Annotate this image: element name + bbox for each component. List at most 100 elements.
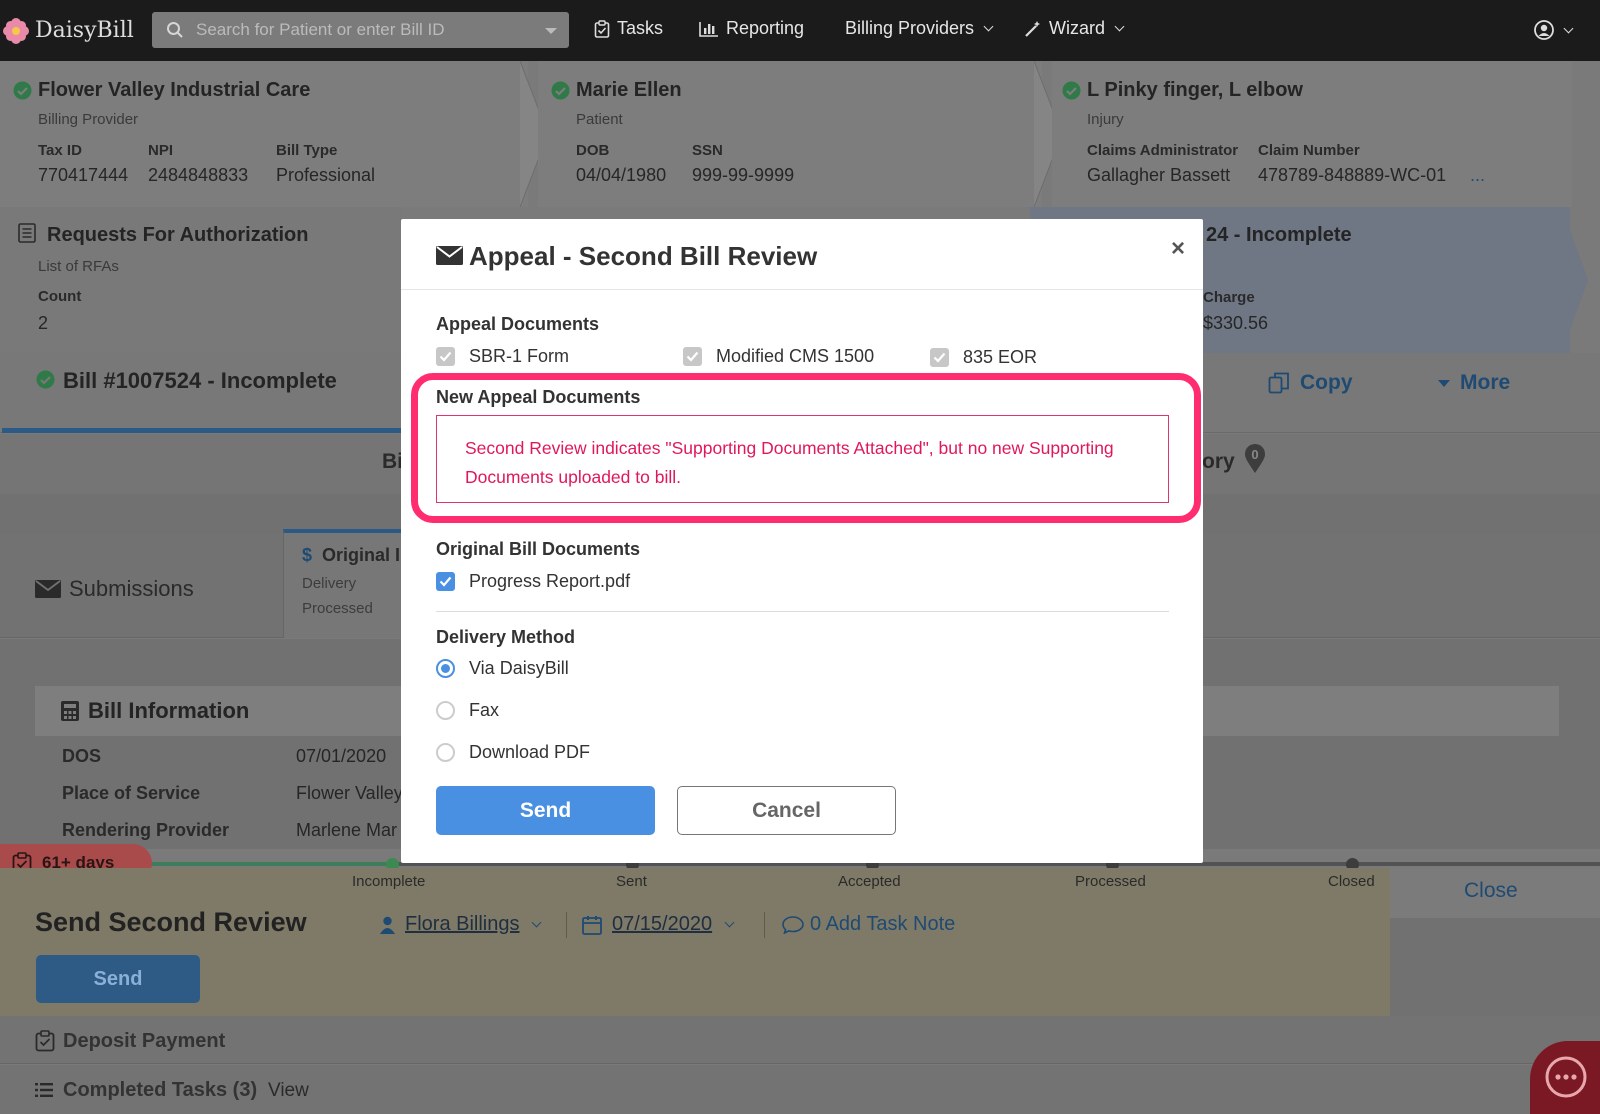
copy-icon — [1268, 372, 1289, 394]
checkbox-checked-icon — [683, 347, 702, 366]
charge-value: $330.56 — [1203, 313, 1269, 333]
place-of-service-label: Place of Service — [62, 783, 201, 803]
strip-separator — [1562, 207, 1588, 353]
copy-button[interactable]: Copy — [1268, 371, 1353, 395]
checkbox-sbr1-form[interactable]: SBR-1 Form — [436, 346, 569, 367]
rfa-count-label: Count — [38, 288, 82, 305]
search-placeholder: Search for Patient or enter Bill ID — [196, 20, 445, 39]
cancel-button[interactable]: Cancel — [677, 786, 896, 835]
claim-number: Claim Number 478789-848889-WC-01 — [1258, 142, 1447, 185]
user-icon — [380, 916, 395, 934]
bill-info-title: Bill Information — [88, 698, 250, 723]
rendering-provider-label: Rendering Provider — [62, 820, 230, 840]
more-link[interactable]: ... — [1470, 165, 1485, 186]
charge-label: Charge — [1203, 289, 1255, 306]
dollar-icon: $ — [302, 545, 313, 565]
task-title: Send Second Review — [35, 907, 307, 937]
rfa-count: 2 — [38, 313, 49, 333]
injury-card[interactable]: L Pinky finger, L elbow Injury Claims Ad… — [1052, 61, 1572, 207]
chat-widget[interactable] — [1530, 1041, 1600, 1114]
document-list-icon — [18, 223, 36, 243]
nav-reporting[interactable]: Reporting — [699, 18, 804, 39]
chevron-down-icon — [983, 21, 994, 32]
send-button[interactable]: Send — [436, 786, 655, 835]
brand-name: DaisyBill — [35, 18, 134, 43]
patient-card[interactable]: Marie Ellen Patient DOB 04/04/1980 SSN 999… — [538, 61, 1042, 207]
magic-wand-icon — [1025, 20, 1040, 37]
rfa-subtitle: List of RFAs — [38, 258, 119, 275]
nav-wizard[interactable]: Wizard — [1024, 18, 1125, 39]
chevron-down-icon — [1563, 23, 1574, 33]
check-circle-icon — [36, 370, 55, 389]
new-appeal-documents-label: New Appeal Documents — [436, 387, 641, 407]
user-menu[interactable] — [1534, 20, 1574, 40]
brand-logo[interactable]: DaisyBill — [2, 17, 150, 45]
radio-selected-icon — [436, 659, 455, 678]
chevron-down-icon — [532, 917, 542, 928]
close-icon[interactable]: × — [1171, 235, 1185, 263]
view-completed-link[interactable]: View — [268, 1080, 309, 1102]
chevron-down-icon — [1114, 21, 1125, 32]
billing-provider-card[interactable]: Flower Valley Industrial Care Billing Pr… — [0, 61, 528, 207]
task-send-button[interactable]: Send — [36, 955, 200, 1003]
daisy-icon — [3, 17, 29, 44]
checkbox-progress-report[interactable]: Progress Report.pdf — [436, 571, 630, 592]
check-circle-icon — [13, 81, 32, 100]
stage-processed: Processed — [1075, 873, 1146, 890]
more-button[interactable]: More — [1438, 371, 1510, 395]
missing-documents-warning: Second Review indicates "Supporting Docu… — [436, 415, 1169, 503]
due-date-select[interactable]: 07/15/2020 — [582, 913, 735, 936]
bill-summary-title: 24 - Incomplete — [1206, 224, 1352, 246]
radio-download-pdf[interactable]: Download PDF — [436, 742, 590, 763]
tab-history[interactable]: ory — [1202, 450, 1235, 474]
rfa-card[interactable]: Requests For Authorization List of RFAs … — [0, 207, 401, 353]
chevron-down-icon — [724, 917, 735, 928]
completed-tasks-row: Completed Tasks (3) View — [0, 1065, 1600, 1114]
calendar-icon — [582, 915, 602, 935]
active-tab-indicator — [2, 428, 404, 433]
rendering-provider-value: Marlene Mar — [296, 820, 398, 840]
deposit-payment-row[interactable]: Deposit Payment — [0, 1016, 1600, 1064]
add-task-note-link[interactable]: 0 Add Task Note — [782, 913, 955, 936]
stage-closed: Closed — [1328, 873, 1375, 890]
radio-fax[interactable]: Fax — [436, 700, 499, 721]
list-icon — [35, 1083, 53, 1097]
chat-bubble-icon — [1545, 1056, 1587, 1098]
dob: DOB 04/04/1980 — [576, 142, 667, 185]
injury-title: L Pinky finger, L elbow — [1087, 79, 1303, 101]
assignee-select[interactable]: Flora Billings — [380, 913, 542, 936]
original-submission-tab[interactable]: $ Original I Delivery Processed — [283, 529, 403, 638]
search-icon — [167, 22, 183, 38]
checkbox-835-eor[interactable]: 835 EOR — [930, 347, 1037, 368]
claims-administrator: Claims Administrator Gallagher Bassett — [1087, 142, 1239, 185]
injury-role: Injury — [1087, 111, 1124, 128]
tab-bill[interactable]: Bi — [382, 450, 403, 474]
checkbox-checked-icon — [436, 572, 455, 591]
modal-title: Appeal - Second Bill Review — [469, 241, 818, 271]
checkbox-checked-icon — [436, 347, 455, 366]
search-dropdown-icon[interactable] — [545, 28, 557, 34]
strip-edge — [1572, 61, 1600, 207]
nav-tasks[interactable]: Tasks — [594, 18, 663, 39]
rfa-title: Requests For Authorization — [47, 224, 309, 246]
stage-accepted: Accepted — [838, 873, 901, 890]
caret-down-icon — [1438, 379, 1450, 387]
nav-billing-providers[interactable]: Billing Providers — [845, 18, 994, 39]
clipboard-check-icon — [35, 1030, 55, 1052]
delivery-method-label: Delivery Method — [436, 627, 576, 647]
close-link[interactable]: Close — [1464, 879, 1518, 903]
task-panel: Send Second Review Flora Billings 07/15/… — [0, 868, 1390, 1016]
radio-unselected-icon — [436, 743, 455, 762]
tax-id: Tax ID 770417444 — [38, 142, 129, 185]
search-input[interactable]: Search for Patient or enter Bill ID — [152, 12, 569, 48]
stage-incomplete: Incomplete — [352, 873, 426, 890]
deposit-payment-label: Deposit Payment — [63, 1030, 226, 1052]
npi: NPI 2484848833 — [148, 142, 249, 185]
top-nav: DaisyBill Search for Patient or enter Bi… — [0, 0, 1600, 61]
dos-value: 07/01/2020 — [296, 746, 387, 766]
calculator-icon — [61, 701, 79, 721]
radio-via-daisybill[interactable]: Via DaisyBill — [436, 658, 569, 679]
check-circle-icon — [551, 81, 570, 100]
checkbox-modified-cms-1500[interactable]: Modified CMS 1500 — [683, 346, 874, 367]
appeal-modal: Appeal - Second Bill Review × Appeal Doc… — [401, 219, 1203, 863]
